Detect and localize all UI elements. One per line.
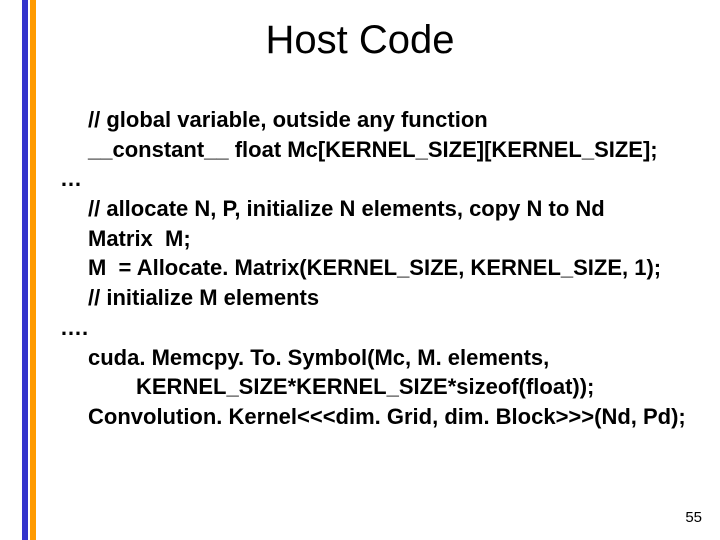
code-line: Matrix M; <box>60 224 700 254</box>
code-block: // global variable, outside any function… <box>60 105 700 432</box>
slide-title: Host Code <box>0 18 720 63</box>
code-line: KERNEL_SIZE*KERNEL_SIZE*sizeof(float)); <box>60 372 700 402</box>
code-line: M = Allocate. Matrix(KERNEL_SIZE, KERNEL… <box>60 253 700 283</box>
code-line: …. <box>60 313 700 343</box>
code-line: __constant__ float Mc[KERNEL_SIZE][KERNE… <box>60 135 700 165</box>
code-line: cuda. Memcpy. To. Symbol(Mc, M. elements… <box>60 343 700 373</box>
code-line: Convolution. Kernel<<<dim. Grid, dim. Bl… <box>60 402 700 432</box>
code-line: // initialize M elements <box>60 283 700 313</box>
accent-stripe-blue <box>22 0 28 540</box>
code-line: // global variable, outside any function <box>60 105 700 135</box>
code-line: … <box>60 164 700 194</box>
slide: Host Code // global variable, outside an… <box>0 0 720 540</box>
accent-stripe-orange <box>30 0 36 540</box>
code-line: // allocate N, P, initialize N elements,… <box>60 194 700 224</box>
page-number: 55 <box>685 509 702 526</box>
